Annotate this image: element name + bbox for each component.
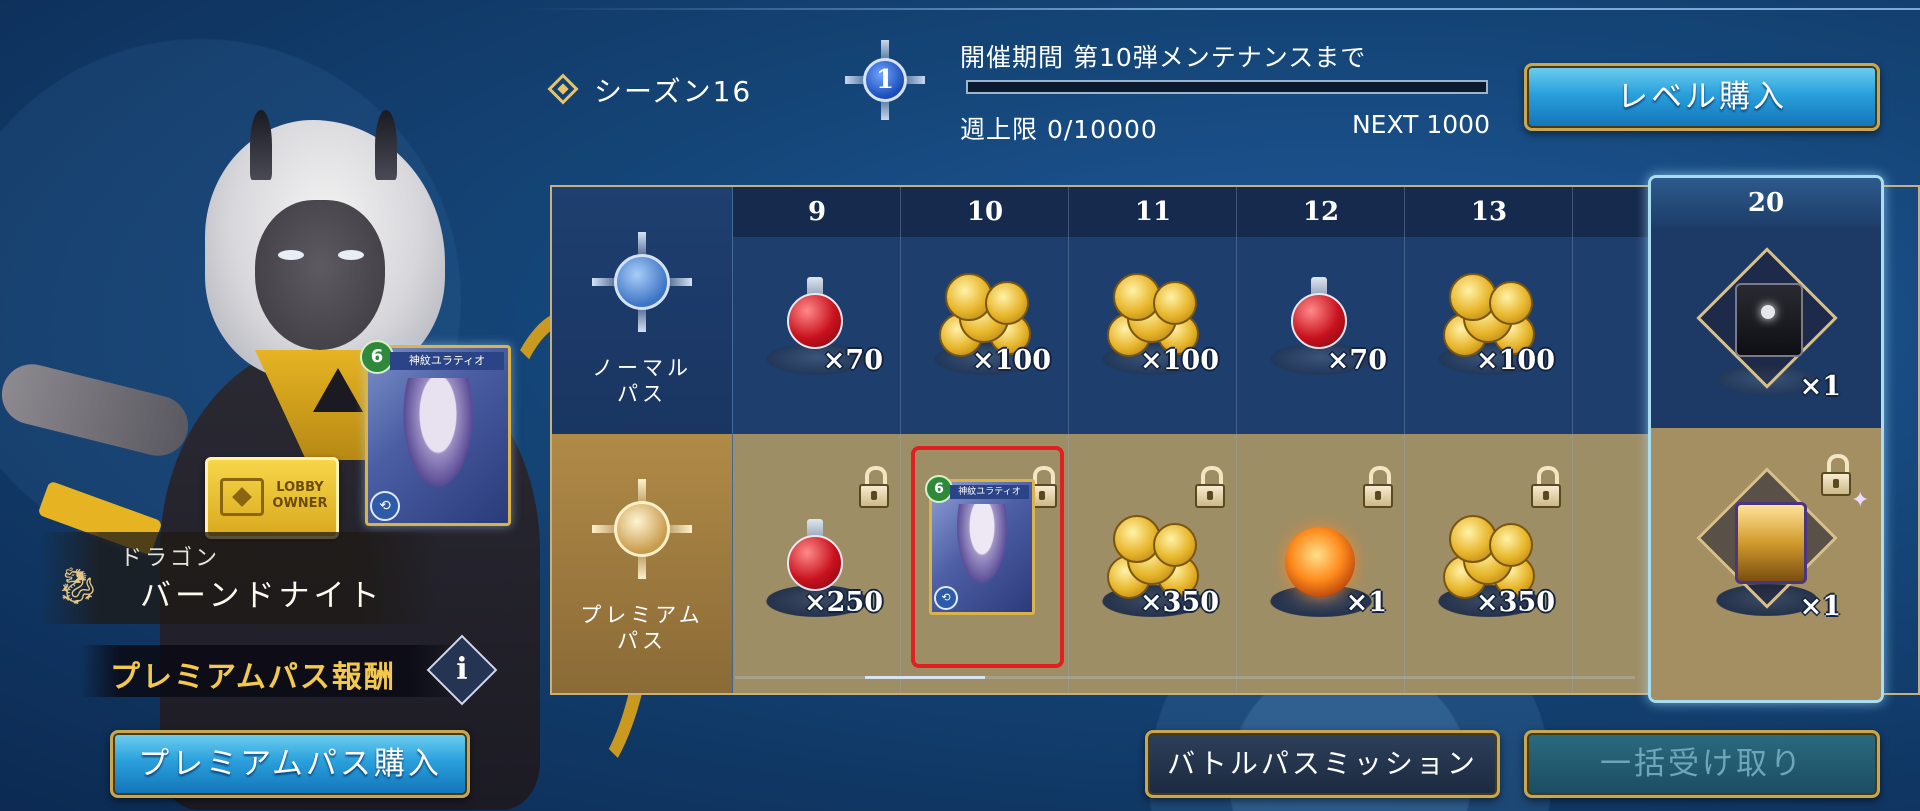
- premium-reward-cell[interactable]: ×350: [1069, 434, 1237, 693]
- claim-all-button[interactable]: 一括受け取り: [1524, 730, 1880, 798]
- normal-pass-ring: [614, 254, 670, 310]
- premium-reward-cell[interactable]: ×1: [1237, 434, 1405, 693]
- normal-pass-icon: [592, 232, 692, 332]
- lock-icon: [1195, 466, 1225, 508]
- pass-labels: ノーマル パス プレミアム パス: [552, 187, 732, 693]
- reward-quantity: ×1: [1799, 591, 1841, 622]
- highlighted-reward-frame: [911, 446, 1064, 668]
- level-number: 9: [733, 187, 901, 237]
- normal-reward-cell[interactable]: ×100: [901, 237, 1069, 434]
- held-card[interactable]: 6 神紋ユラティオ ⟲: [360, 340, 511, 526]
- coins-icon: [1443, 273, 1535, 357]
- lock-icon: [1821, 454, 1851, 496]
- reward-quantity: ×100: [1476, 345, 1555, 376]
- premium-reward-label: プレミアムパス報酬: [110, 660, 396, 695]
- top-divider: [520, 8, 1920, 10]
- character-horn-left: [250, 110, 272, 180]
- orb-icon: [1285, 527, 1355, 597]
- level-progress-bar: [966, 80, 1488, 94]
- season-label: シーズン16: [594, 75, 753, 108]
- lobby-owner-text: LOBBY OWNER: [272, 480, 328, 511]
- premium-reward-cell[interactable]: ×250: [733, 434, 901, 693]
- tome-icon: [1735, 502, 1807, 584]
- potion-icon: [785, 519, 845, 593]
- featured-level-column[interactable]: 20 ×1 ×1 ✦: [1648, 175, 1884, 703]
- premium-pass-ring: [614, 501, 670, 557]
- scroll-icon: [220, 478, 264, 516]
- card-name: 神紋ユラティオ: [390, 352, 504, 370]
- coins-icon: [1107, 515, 1199, 599]
- coins-icon: [1443, 515, 1535, 599]
- evolve-icon: ⟲: [370, 491, 400, 521]
- reward-quantity: ×350: [1476, 587, 1555, 618]
- reward-quantity: ×250: [804, 587, 883, 618]
- reward-quantity: ×100: [1140, 345, 1219, 376]
- lobby-owner-badge: LOBBY OWNER: [205, 457, 339, 539]
- reward-scrollbar[interactable]: [735, 676, 1635, 679]
- level-number: 11: [1069, 187, 1237, 237]
- normal-reward-cell[interactable]: ×100: [1069, 237, 1237, 434]
- normal-reward-cell[interactable]: ×100: [1405, 237, 1573, 434]
- event-period: 開催期間 第10弾メンテナンスまで: [960, 43, 1367, 72]
- normal-pass-label: ノーマル パス: [592, 356, 692, 406]
- character-eye-left: [278, 250, 304, 260]
- sparkle-icon: ✦: [1851, 488, 1870, 513]
- premium-pass-label: プレミアム パス: [580, 603, 704, 653]
- card-box-icon: [1735, 283, 1803, 357]
- coins-icon: [939, 273, 1031, 357]
- featured-normal-reward[interactable]: ×1: [1651, 228, 1881, 428]
- reward-quantity: ×70: [822, 345, 883, 376]
- character-horn-right: [375, 110, 397, 180]
- next-level-exp: NEXT 1000: [1351, 110, 1490, 139]
- coins-icon: [1107, 273, 1199, 357]
- reward-quantity: ×100: [972, 345, 1051, 376]
- featured-premium-reward[interactable]: ×1 ✦: [1651, 428, 1881, 700]
- level-buy-button[interactable]: レベル購入: [1524, 63, 1880, 131]
- dragon-class-icon: 🐉︎: [55, 566, 101, 607]
- reward-quantity: ×1: [1345, 587, 1387, 618]
- level-column: 13 ×100 ×350: [1404, 187, 1573, 693]
- weekly-limit: 週上限 0/10000: [960, 115, 1158, 144]
- level-column: 12 ×70 ×1: [1236, 187, 1405, 693]
- card-cost: 6: [360, 340, 394, 374]
- lock-icon: [1531, 466, 1561, 508]
- leader-title: バーンドナイト: [140, 578, 384, 614]
- current-level: 1: [863, 58, 907, 102]
- normal-reward-cell[interactable]: ×70: [733, 237, 901, 434]
- premium-pass-row-label: プレミアム パス: [552, 434, 732, 693]
- potion-icon: [785, 277, 845, 351]
- reward-quantity: ×70: [1326, 345, 1387, 376]
- level-number: 12: [1237, 187, 1405, 237]
- info-icon: i: [456, 652, 468, 687]
- level-column: 11 ×100 ×350: [1068, 187, 1237, 693]
- character-arm: [0, 357, 195, 463]
- premium-pass-icon: [592, 479, 692, 579]
- level-number: 10: [901, 187, 1069, 237]
- reward-quantity: ×350: [1140, 587, 1219, 618]
- normal-pass-row-label: ノーマル パス: [552, 187, 732, 434]
- premium-reward-cell[interactable]: ×350: [1405, 434, 1573, 693]
- level-number: 13: [1405, 187, 1573, 237]
- potion-icon: [1289, 277, 1349, 351]
- buy-premium-pass-button[interactable]: プレミアムパス購入: [110, 730, 470, 798]
- lock-icon: [1363, 466, 1393, 508]
- level-emblem: 1: [845, 40, 925, 120]
- lock-icon: [859, 466, 889, 508]
- level-column: 9 ×70 ×250: [732, 187, 901, 693]
- battle-pass-mission-button[interactable]: バトルパスミッション: [1145, 730, 1500, 798]
- level-number: 20: [1651, 178, 1881, 228]
- scrollbar-thumb[interactable]: [865, 676, 985, 679]
- character-eye-right: [338, 250, 364, 260]
- reward-quantity: ×1: [1799, 371, 1841, 402]
- card-art: [398, 378, 478, 498]
- class-name: ドラゴン: [120, 546, 221, 571]
- normal-reward-cell[interactable]: ×70: [1237, 237, 1405, 434]
- character-face: [255, 200, 385, 350]
